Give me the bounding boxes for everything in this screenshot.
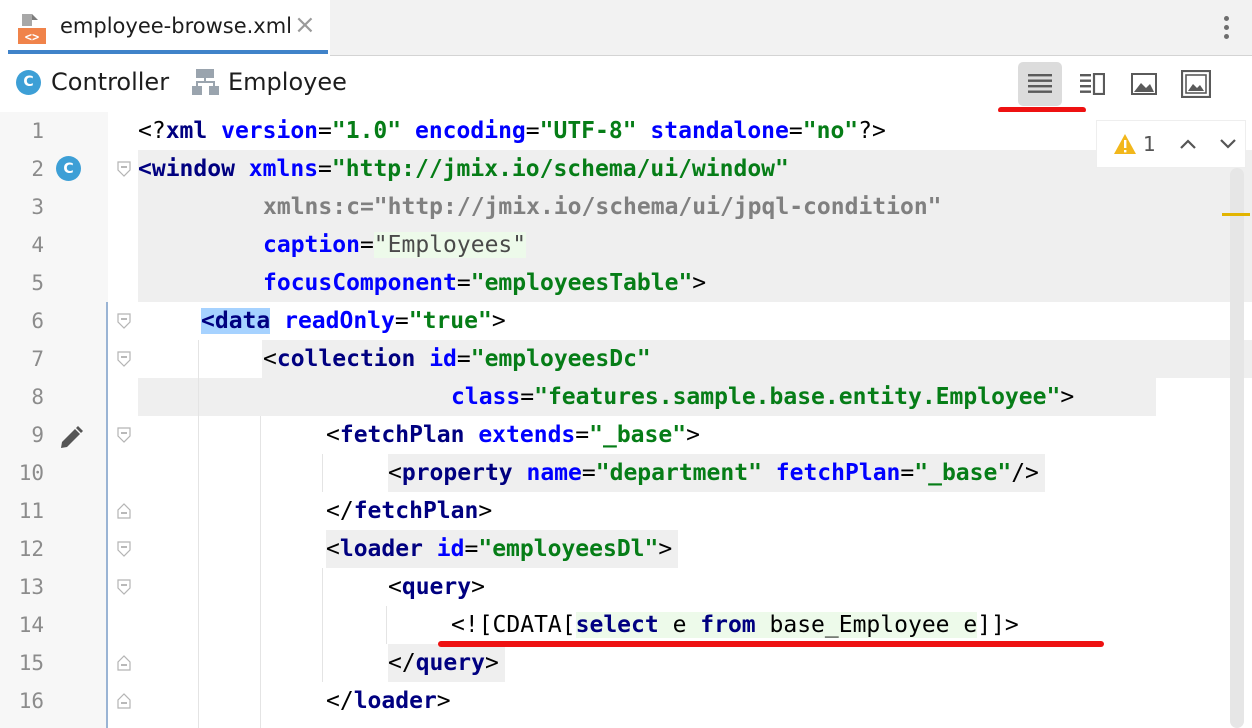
indent-guide: [198, 340, 199, 728]
indent-guide: [322, 568, 323, 682]
code-line: 9 <fetchPlan extends="_base">: [0, 416, 1252, 454]
indent-guide: [386, 606, 387, 644]
line-number: 8: [31, 385, 44, 409]
line-text: <property name="department" fetchPlan="_…: [388, 454, 1045, 492]
line-text: class="features.sample.base.entity.Emplo…: [451, 384, 1075, 410]
class-gutter-icon[interactable]: C: [56, 156, 81, 181]
indent-guide: [260, 416, 261, 728]
fold-open-icon[interactable]: [117, 541, 131, 557]
warning-count: 1: [1143, 132, 1156, 156]
fold-open-icon[interactable]: [117, 427, 131, 443]
code-line: 13 <query>: [0, 568, 1252, 606]
line-text: </loader>: [326, 688, 451, 714]
annotation-underline-query: [438, 641, 1104, 647]
code-line: 4 caption="Employees": [0, 226, 1252, 264]
pencil-icon[interactable]: [58, 425, 84, 451]
preview-only-icon: [1131, 73, 1157, 95]
line-number: 11: [18, 499, 44, 523]
line-text: <loader id="employeesDl">: [326, 530, 679, 568]
editor-tab-bar: <> employee-browse.xml ×: [0, 0, 1252, 56]
inspection-widget[interactable]: 1: [1096, 120, 1246, 168]
code-line: 16 </loader>: [0, 682, 1252, 720]
line-text: <data readOnly="true">: [201, 308, 506, 334]
line-text: </fetchPlan>: [326, 498, 493, 524]
line-text: focusComponent="employeesTable">: [263, 270, 707, 296]
line-number: 4: [31, 233, 44, 257]
svg-text:<>: <>: [25, 30, 39, 44]
close-icon[interactable]: ×: [294, 10, 316, 40]
layout-preview-icon: [1181, 70, 1211, 98]
code-line: 1 <?xml version="1.0" encoding="UTF-8" s…: [0, 112, 1252, 150]
class-icon: C: [16, 69, 41, 95]
code-line: 2 C <window xmlns="http://jmix.io/schema…: [0, 150, 1252, 188]
line-text: <![CDATA[select e from base_Employee e]]…: [451, 612, 1019, 638]
line-number: 16: [18, 689, 44, 713]
entity-icon: [192, 69, 219, 95]
line-number: 2: [31, 157, 44, 181]
line-number: 5: [31, 271, 44, 295]
layout-preview-button[interactable]: [1174, 62, 1218, 106]
controller-label: Controller: [51, 68, 170, 96]
line-number: 3: [31, 195, 44, 219]
tab-employee-browse[interactable]: <> employee-browse.xml ×: [0, 0, 330, 56]
indent-guide: [322, 454, 323, 492]
line-number: 13: [18, 575, 44, 599]
line-text: <fetchPlan extends="_base">: [326, 422, 700, 448]
fold-open-icon[interactable]: [117, 579, 131, 595]
line-number: 14: [18, 613, 44, 637]
editor-and-preview-button[interactable]: [1070, 62, 1114, 106]
entity-label: Employee: [228, 68, 347, 96]
code-line: 12 <loader id="employeesDl">: [0, 530, 1252, 568]
line-text: <?xml version="1.0" encoding="UTF-8" sta…: [138, 118, 886, 144]
fold-open-icon[interactable]: [117, 161, 131, 177]
fold-open-icon[interactable]: [117, 351, 131, 367]
warning-icon[interactable]: [1113, 133, 1137, 155]
xml-file-icon: <>: [18, 14, 46, 44]
fold-open-icon[interactable]: [117, 313, 131, 329]
chevron-down-icon[interactable]: [1218, 137, 1238, 151]
line-text: caption="Employees": [263, 232, 527, 258]
editor-and-preview-icon: [1080, 73, 1105, 95]
tab-title: employee-browse.xml: [60, 14, 293, 38]
fold-close-icon[interactable]: [117, 693, 131, 709]
warning-stripe-marker[interactable]: [1222, 213, 1250, 216]
code-line: 5 focusComponent="employeesTable">: [0, 264, 1252, 302]
line-text: <query>: [388, 574, 485, 600]
line-number: 9: [31, 423, 44, 447]
code-line: 3 xmlns:c="http://jmix.io/schema/ui/jpql…: [0, 188, 1252, 226]
code-editor[interactable]: 1 <?xml version="1.0" encoding="UTF-8" s…: [0, 112, 1252, 728]
code-line: 7 <collection id="employeesDc": [0, 340, 1252, 378]
line-text: xmlns:c="http://jmix.io/schema/ui/jpql-c…: [263, 194, 942, 220]
fold-close-icon[interactable]: [117, 655, 131, 671]
line-number: 10: [18, 461, 44, 485]
code-line: 14 <![CDATA[select e from base_Employee …: [0, 606, 1252, 644]
line-number: 1: [31, 119, 44, 143]
active-tab-indicator: [8, 50, 328, 54]
vertical-scrollbar[interactable]: [1230, 168, 1244, 728]
editor-only-icon: [1028, 74, 1052, 93]
preview-only-button[interactable]: [1122, 62, 1166, 106]
code-line: 15 </query>: [0, 644, 1252, 682]
line-number: 7: [31, 347, 44, 371]
code-line: 11 </fetchPlan>: [0, 492, 1252, 530]
fold-close-icon[interactable]: [117, 503, 131, 519]
line-number: 15: [18, 651, 44, 675]
line-number: 12: [18, 537, 44, 561]
line-text: </query>: [388, 644, 505, 682]
chevron-up-icon[interactable]: [1178, 137, 1198, 151]
more-options-icon[interactable]: [1214, 14, 1238, 44]
line-text: <collection id="employeesDc": [263, 346, 651, 372]
entity-link[interactable]: Employee: [192, 68, 347, 96]
code-line: 10 <property name="department" fetchPlan…: [0, 454, 1252, 492]
code-line: 6 <data readOnly="true">: [0, 302, 1252, 340]
editor-toolbar: C Controller Employee: [0, 56, 1252, 112]
code-line: 8 class="features.sample.base.entity.Emp…: [0, 378, 1252, 416]
line-text: <window xmlns="http://jmix.io/schema/ui/…: [138, 156, 789, 182]
editor-only-button[interactable]: [1018, 62, 1062, 106]
line-number: 6: [31, 309, 44, 333]
controller-link[interactable]: C Controller: [16, 68, 169, 96]
